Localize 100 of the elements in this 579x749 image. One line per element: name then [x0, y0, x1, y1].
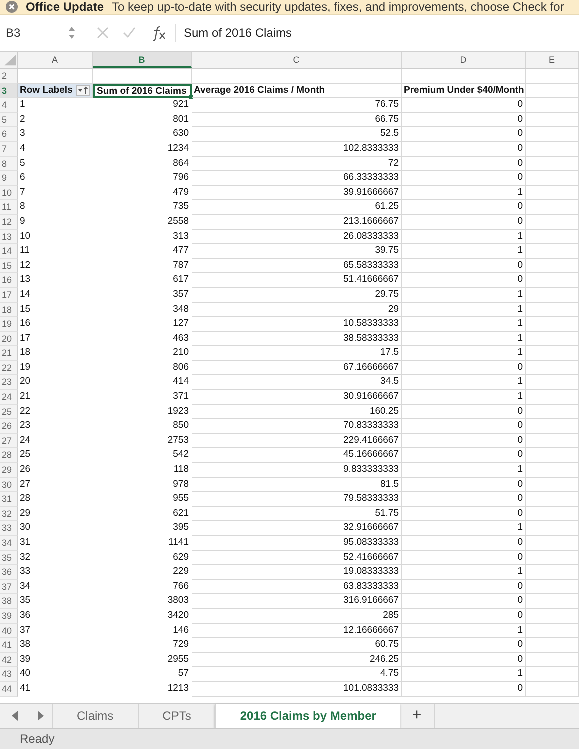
- row-header[interactable]: 13: [0, 230, 18, 244]
- row-header[interactable]: 34: [0, 536, 18, 551]
- table-header-cell: Premium Under $40/Month: [402, 84, 526, 98]
- table-cell: 1: [402, 317, 526, 332]
- row-header[interactable]: 43: [0, 667, 18, 682]
- table-cell-text: 33: [19, 565, 32, 580]
- row-header[interactable]: 24: [0, 390, 18, 405]
- table-cell: 1: [402, 667, 526, 682]
- table-cell: 1: [402, 230, 526, 244]
- table-cell: 1: [402, 375, 526, 390]
- row-header[interactable]: 32: [0, 506, 18, 522]
- table-cell-text: 766: [172, 580, 190, 594]
- table-cell: 0: [402, 434, 526, 448]
- column-header[interactable]: D: [402, 52, 526, 68]
- empty-cell: [526, 273, 579, 288]
- row-header[interactable]: 37: [0, 580, 18, 594]
- row-header[interactable]: 31: [0, 492, 18, 507]
- check-icon[interactable]: [123, 27, 136, 39]
- row-header[interactable]: 35: [0, 550, 18, 566]
- empty-cell: [526, 521, 579, 536]
- next-sheet-icon[interactable]: [36, 710, 46, 722]
- row-header[interactable]: 42: [0, 652, 18, 668]
- function-icon[interactable]: [151, 25, 167, 41]
- table-cell-text: 17: [19, 332, 32, 346]
- row-header[interactable]: 5: [0, 112, 18, 128]
- formula-field[interactable]: Sum of 2016 Claims: [175, 24, 579, 42]
- row-header[interactable]: 16: [0, 273, 18, 288]
- table-cell: 1: [402, 288, 526, 302]
- row-header[interactable]: 12: [0, 214, 18, 230]
- empty-cell: [526, 608, 579, 624]
- column-header[interactable]: C: [192, 52, 402, 68]
- row-header[interactable]: 2: [0, 69, 18, 84]
- row-header[interactable]: 38: [0, 594, 18, 609]
- row-header[interactable]: 10: [0, 186, 18, 200]
- empty-cell: [526, 171, 579, 186]
- row-header[interactable]: 26: [0, 419, 18, 434]
- table-cell: 60.75: [192, 638, 402, 653]
- row-header[interactable]: 44: [0, 682, 18, 697]
- row-header[interactable]: 28: [0, 448, 18, 464]
- row-header[interactable]: 39: [0, 608, 18, 624]
- table-cell-text: 18: [19, 346, 32, 360]
- empty-cell: [526, 244, 579, 259]
- table-cell: 1: [402, 186, 526, 200]
- column-header[interactable]: B: [93, 52, 192, 68]
- table-cell-text: 40: [19, 667, 32, 682]
- row-header[interactable]: 30: [0, 478, 18, 492]
- table-cell-text: 5: [19, 156, 26, 171]
- table-cell: 52.41666667: [192, 550, 402, 566]
- table-cell-text: 479: [172, 186, 190, 200]
- row-header[interactable]: 33: [0, 521, 18, 536]
- row-header[interactable]: 18: [0, 302, 18, 318]
- row-header[interactable]: 22: [0, 360, 18, 376]
- table-cell-text: 801: [172, 112, 190, 127]
- filter-button[interactable]: [76, 84, 90, 96]
- table-cell: 0: [402, 506, 526, 522]
- table-cell-text: 38: [19, 638, 32, 652]
- row-header[interactable]: 4: [0, 98, 18, 113]
- empty-cell: [526, 550, 579, 566]
- row-header[interactable]: 17: [0, 288, 18, 302]
- row-header[interactable]: 40: [0, 624, 18, 638]
- row-header[interactable]: 29: [0, 463, 18, 478]
- table-cell-text: 621: [172, 506, 190, 521]
- table-cell-text: 395: [172, 521, 190, 536]
- sheet-tab[interactable]: 2016 Claims by Member: [215, 704, 400, 728]
- row-header[interactable]: 9: [0, 171, 18, 186]
- column-header[interactable]: E: [526, 52, 579, 68]
- name-box[interactable]: B3: [0, 26, 68, 40]
- row-header[interactable]: 8: [0, 156, 18, 172]
- table-cell: 0: [402, 478, 526, 492]
- row-header[interactable]: 25: [0, 404, 18, 420]
- row-header[interactable]: 11: [0, 200, 18, 215]
- empty-cell: [526, 127, 579, 142]
- table-cell: 61.25: [192, 200, 402, 215]
- empty-cell: [526, 478, 579, 492]
- table-cell: 67.16666667: [192, 360, 402, 376]
- table-cell-text: 20: [19, 375, 32, 390]
- row-header[interactable]: 15: [0, 258, 18, 274]
- row-header[interactable]: 6: [0, 127, 18, 142]
- previous-sheet-icon[interactable]: [10, 710, 20, 722]
- close-icon[interactable]: [6, 1, 18, 13]
- row-header[interactable]: 21: [0, 346, 18, 361]
- row-header[interactable]: 7: [0, 142, 18, 157]
- empty-cell: [526, 682, 579, 697]
- row-header[interactable]: 19: [0, 317, 18, 332]
- empty-cell: [526, 142, 579, 157]
- row-header[interactable]: 41: [0, 638, 18, 653]
- table-cell: 10.58333333: [192, 317, 402, 332]
- row-header[interactable]: 3: [0, 84, 18, 98]
- row-header[interactable]: 23: [0, 375, 18, 390]
- row-header[interactable]: 14: [0, 244, 18, 259]
- table-cell: 0: [402, 214, 526, 230]
- row-header[interactable]: 20: [0, 332, 18, 346]
- table-cell-text: 542: [172, 448, 190, 462]
- table-cell: 0: [402, 419, 526, 434]
- table-cell-text: 630: [172, 127, 190, 142]
- row-header[interactable]: 27: [0, 434, 18, 448]
- table-cell: 1: [402, 332, 526, 346]
- row-header[interactable]: 36: [0, 565, 18, 580]
- stepper-icon[interactable]: [68, 25, 76, 41]
- empty-cell: [526, 84, 579, 98]
